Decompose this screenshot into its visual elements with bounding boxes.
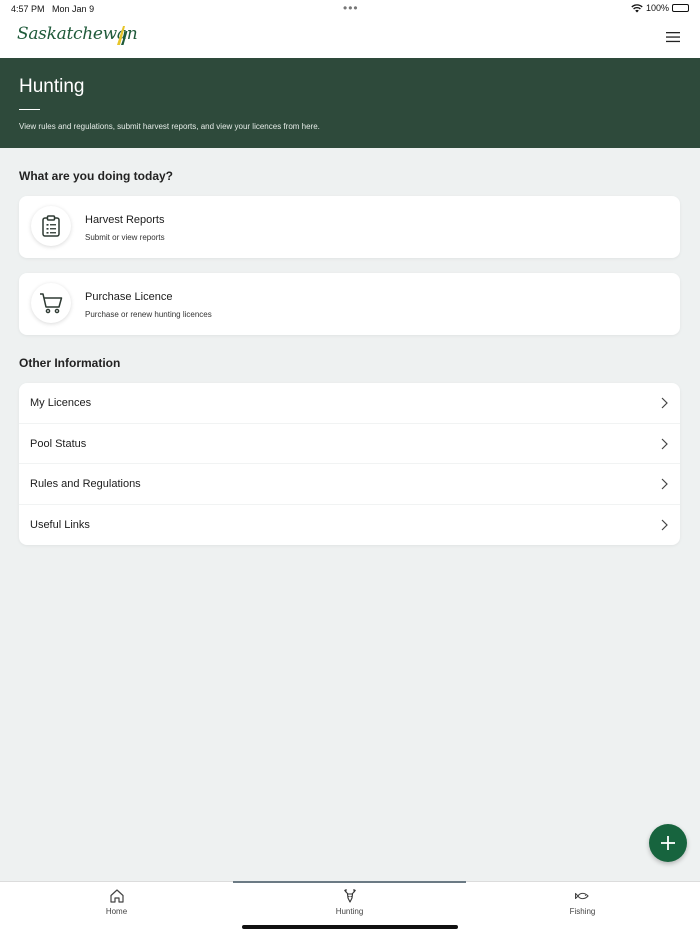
status-time: 4:57 PM Mon Jan 9	[11, 4, 94, 14]
harvest-reports-card[interactable]: Harvest Reports Submit or view reports	[19, 196, 680, 258]
battery-percent: 100%	[645, 3, 669, 13]
chevron-right-icon	[661, 478, 668, 490]
fish-icon	[574, 892, 589, 900]
chevron-right-icon	[661, 397, 668, 409]
home-icon	[109, 889, 124, 903]
active-tab-indicator	[233, 881, 466, 883]
hero-banner: Hunting View rules and regulations, subm…	[0, 58, 700, 148]
list-item-pool-status[interactable]: Pool Status	[19, 424, 680, 464]
add-fab-button[interactable]	[649, 824, 687, 862]
deer-icon	[343, 889, 356, 903]
tab-hunting-label: Hunting	[335, 907, 364, 916]
hamburger-menu-icon[interactable]	[666, 30, 680, 44]
list-item-useful-links[interactable]: Useful Links	[19, 505, 680, 546]
page-title: Hunting	[19, 76, 85, 97]
status-indicators: 100%	[631, 3, 689, 13]
harvest-reports-title: Harvest Reports	[85, 214, 165, 226]
chevron-right-icon	[661, 438, 668, 449]
clipboard-list-icon	[42, 215, 60, 237]
battery-icon	[672, 4, 689, 12]
other-info-list: My Licences Pool Status Rules and Regula…	[19, 383, 680, 545]
list-item-label: Useful Links	[30, 518, 90, 531]
shopping-cart-icon	[40, 293, 63, 314]
app-header: Saskatchewan	[0, 18, 700, 58]
status-bar: 4:57 PM Mon Jan 9 ••• 100%	[0, 0, 700, 18]
purchase-licence-title: Purchase Licence	[85, 291, 173, 303]
tab-home-label: Home	[105, 907, 128, 916]
actions-section-title: What are you doing today?	[19, 169, 174, 183]
wifi-icon	[631, 3, 643, 12]
purchase-licence-icon-wrap	[31, 283, 71, 323]
status-date-text: Mon Jan 9	[52, 4, 95, 14]
list-item-label: Rules and Regulations	[30, 478, 141, 490]
tab-fishing-label: Fishing	[569, 907, 596, 916]
list-item-my-licences[interactable]: My Licences	[19, 383, 680, 424]
tab-home[interactable]: Home	[0, 882, 233, 934]
harvest-reports-icon-wrap	[31, 206, 71, 246]
plus-icon	[661, 836, 675, 850]
list-item-rules-regulations[interactable]: Rules and Regulations	[19, 464, 680, 505]
tab-fishing[interactable]: Fishing	[466, 882, 699, 934]
other-info-section-title: Other Information	[19, 356, 121, 370]
purchase-licence-card[interactable]: Purchase Licence Purchase or renew hunti…	[19, 273, 680, 335]
purchase-licence-subtitle: Purchase or renew hunting licences	[85, 310, 212, 319]
page-description: View rules and regulations, submit harve…	[19, 122, 320, 131]
status-time-text: 4:57 PM	[11, 4, 45, 14]
home-indicator[interactable]	[242, 925, 458, 929]
chevron-right-icon	[661, 519, 668, 530]
list-item-label: My Licences	[30, 397, 92, 409]
title-divider	[19, 109, 40, 110]
list-item-label: Pool Status	[30, 437, 87, 450]
harvest-reports-subtitle: Submit or view reports	[85, 233, 165, 242]
wheat-logo-icon	[117, 26, 128, 45]
multitasking-dots-icon[interactable]: •••	[343, 1, 359, 15]
